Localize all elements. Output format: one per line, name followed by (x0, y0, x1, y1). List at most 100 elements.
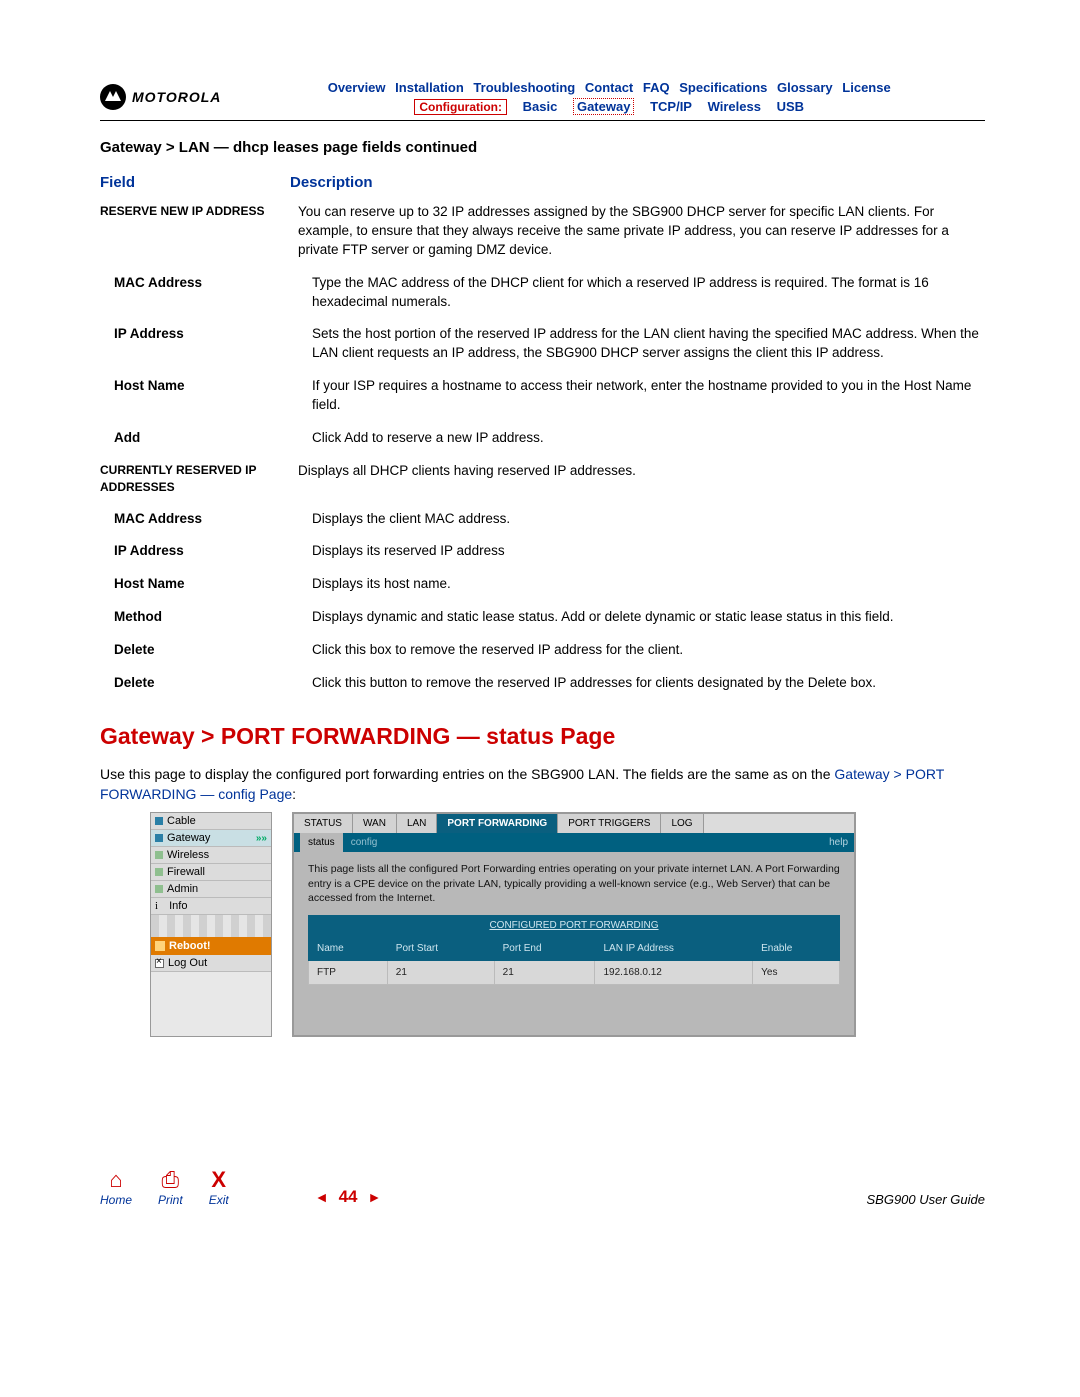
home-button[interactable]: ⌂ Home (100, 1167, 132, 1207)
field-label: Method (100, 608, 312, 627)
tab-wan[interactable]: WAN (353, 814, 397, 833)
tab-log[interactable]: LOG (661, 814, 703, 833)
field-description: Sets the host portion of the reserved IP… (312, 325, 985, 363)
table-row: AddClick Add to reserve a new IP address… (100, 429, 985, 448)
menu-wireless[interactable]: Wireless (151, 847, 271, 864)
page-pager: ◄ 44 ► (315, 1187, 382, 1207)
subnav-wireless[interactable]: Wireless (708, 99, 761, 114)
field-description: Displays its reserved IP address (312, 542, 985, 561)
field-label: Delete (100, 674, 312, 693)
tab-port-triggers[interactable]: PORT TRIGGERS (558, 814, 661, 833)
divider (100, 120, 985, 121)
column-headers: Field Description (100, 174, 985, 191)
table-row: CURRENTLY RESERVED IP ADDRESSESDisplays … (100, 462, 985, 496)
nav-installation[interactable]: Installation (395, 80, 464, 95)
table-row: MAC AddressType the MAC address of the D… (100, 274, 985, 312)
prev-page[interactable]: ◄ (315, 1189, 329, 1205)
menu-firewall[interactable]: Firewall (151, 864, 271, 881)
nav-contact[interactable]: Contact (585, 80, 633, 95)
nav-troubleshooting[interactable]: Troubleshooting (473, 80, 575, 95)
field-label: Host Name (100, 377, 312, 415)
table-row: IP AddressSets the host portion of the r… (100, 325, 985, 363)
side-menu: Cable Gateway Wireless Firewall Admin i … (150, 812, 272, 1037)
table-row: DeleteClick this button to remove the re… (100, 674, 985, 693)
cpf-cell-name: FTP (309, 960, 388, 984)
field-label: IP Address (100, 542, 312, 561)
subnav-usb[interactable]: USB (777, 99, 804, 114)
table-row: IP AddressDisplays its reserved IP addre… (100, 542, 985, 561)
help-link[interactable]: help (829, 837, 848, 848)
tab-status[interactable]: STATUS (294, 814, 353, 833)
field-label: RESERVE NEW IP ADDRESS (100, 203, 298, 260)
field-description: Click this box to remove the reserved IP… (312, 641, 985, 660)
cpf-cell-portstart: 21 (387, 960, 494, 984)
field-description: Displays dynamic and static lease status… (312, 608, 985, 627)
field-label: Delete (100, 641, 312, 660)
cpf-col-portend: Port End (494, 936, 595, 960)
subnav-configuration: Configuration: (414, 99, 507, 115)
menu-admin[interactable]: Admin (151, 881, 271, 898)
nav-overview[interactable]: Overview (328, 80, 386, 95)
menu-reboot[interactable]: Reboot! (151, 937, 271, 955)
guide-label: SBG900 User Guide (866, 1192, 985, 1207)
tab-lan[interactable]: LAN (397, 814, 437, 833)
intro-tail: : (292, 786, 296, 802)
subnav-basic[interactable]: Basic (523, 99, 558, 114)
app-tabs: STATUS WAN LAN PORT FORWARDING PORT TRIG… (294, 814, 854, 833)
header-description: Description (290, 174, 373, 191)
nav-specifications[interactable]: Specifications (679, 80, 767, 95)
intro-text: Use this page to display the configured … (100, 766, 834, 782)
top-nav: Overview Installation Troubleshooting Co… (233, 80, 985, 114)
page-number: 44 (339, 1187, 358, 1207)
exit-icon: X (209, 1167, 229, 1193)
field-label: Host Name (100, 575, 312, 594)
menu-logout[interactable]: Log Out (151, 955, 271, 972)
cpf-col-enable: Enable (753, 936, 840, 960)
cpf-col-portstart: Port Start (387, 936, 494, 960)
motorola-icon (100, 84, 126, 110)
intro-paragraph: Use this page to display the configured … (100, 764, 985, 805)
subtab-config[interactable]: config (343, 833, 386, 852)
field-description: You can reserve up to 32 IP addresses as… (298, 203, 985, 260)
field-label: Add (100, 429, 312, 448)
print-button[interactable]: ⎙ Print (158, 1167, 183, 1207)
field-description: Displays the client MAC address. (312, 510, 985, 529)
field-description: If your ISP requires a hostname to acces… (312, 377, 985, 415)
field-description: Displays its host name. (312, 575, 985, 594)
cpf-table: Name Port Start Port End LAN IP Address … (308, 936, 840, 985)
cpf-row: FTP 21 21 192.168.0.12 Yes (309, 960, 840, 984)
subtab-status[interactable]: status (300, 833, 343, 852)
field-label: IP Address (100, 325, 312, 363)
section-title: Gateway > LAN — dhcp leases page fields … (100, 139, 985, 156)
field-description: Displays all DHCP clients having reserve… (298, 462, 985, 496)
tab-port-forwarding[interactable]: PORT FORWARDING (437, 814, 558, 833)
cpf-title: CONFIGURED PORT FORWARDING (308, 915, 840, 936)
cpf-cell-lanip: 192.168.0.12 (595, 960, 753, 984)
fields-table: RESERVE NEW IP ADDRESSYou can reserve up… (100, 203, 985, 693)
field-label: MAC Address (100, 510, 312, 529)
menu-cable[interactable]: Cable (151, 813, 271, 830)
table-row: Host NameDisplays its host name. (100, 575, 985, 594)
subnav-tcpip[interactable]: TCP/IP (650, 99, 692, 114)
table-row: MAC AddressDisplays the client MAC addre… (100, 510, 985, 529)
menu-gateway[interactable]: Gateway (151, 830, 271, 847)
nav-faq[interactable]: FAQ (643, 80, 670, 95)
nav-license[interactable]: License (842, 80, 890, 95)
table-row: RESERVE NEW IP ADDRESSYou can reserve up… (100, 203, 985, 260)
cpf-col-lanip: LAN IP Address (595, 936, 753, 960)
table-row: DeleteClick this box to remove the reser… (100, 641, 985, 660)
subnav-gateway[interactable]: Gateway (573, 98, 634, 115)
cpf-cell-enable: Yes (753, 960, 840, 984)
print-icon: ⎙ (158, 1167, 183, 1193)
header-field: Field (100, 174, 290, 191)
field-label: CURRENTLY RESERVED IP ADDRESSES (100, 462, 298, 496)
field-label: MAC Address (100, 274, 312, 312)
cpf-cell-portend: 21 (494, 960, 595, 984)
exit-button[interactable]: X Exit (209, 1167, 229, 1207)
menu-info[interactable]: i Info (151, 898, 271, 915)
table-row: Host NameIf your ISP requires a hostname… (100, 377, 985, 415)
next-page[interactable]: ► (368, 1189, 382, 1205)
cpf-col-name: Name (309, 936, 388, 960)
nav-glossary[interactable]: Glossary (777, 80, 833, 95)
field-description: Click Add to reserve a new IP address. (312, 429, 985, 448)
